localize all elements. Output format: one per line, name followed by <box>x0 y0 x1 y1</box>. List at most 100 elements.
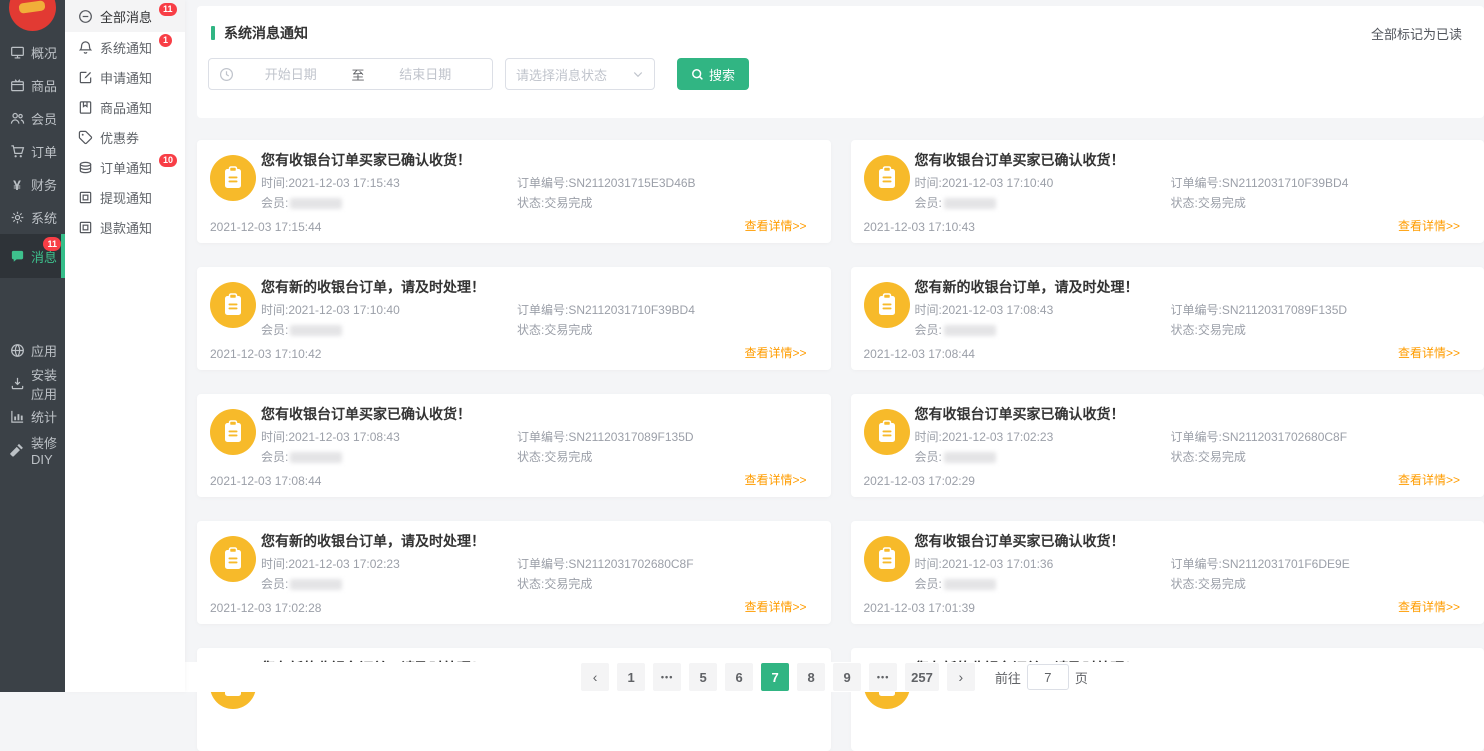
clipboard-icon <box>876 166 898 190</box>
goods-icon <box>9 78 25 93</box>
message-order-no: 订单编号:SN2112031710F39BD4 <box>1171 173 1349 193</box>
message-title: 您有新的收银台订单，请及时处理！ <box>915 277 1139 297</box>
submenu-item-refund-notice[interactable]: 退款通知 <box>65 212 185 242</box>
submenu-item-goods-notice[interactable]: 商品通知 <box>65 92 185 122</box>
message-time: 时间:2021-12-03 17:02:23 <box>915 427 1054 447</box>
message-status: 状态:交易完成 <box>1171 320 1348 340</box>
submenu-item-label: 提现通知 <box>100 188 152 207</box>
sidebar-item-messages[interactable]: 消息11 <box>0 234 65 278</box>
page-number-button[interactable]: 257 <box>905 663 939 691</box>
refund-icon <box>78 220 93 235</box>
sidebar-item-decorate-diy[interactable]: 装修DIY <box>0 433 65 466</box>
view-detail-link[interactable]: 查看详情>> <box>744 217 806 234</box>
end-date-input[interactable] <box>369 66 483 83</box>
message-status: 状态:交易完成 <box>517 574 694 594</box>
message-status: 状态:交易完成 <box>1171 447 1348 467</box>
message-status: 状态:交易完成 <box>1171 574 1350 594</box>
page-ellipsis-button[interactable]: ••• <box>869 663 897 691</box>
message-type-icon <box>210 409 256 455</box>
message-title: 您有新的收银台订单，请及时处理！ <box>261 277 485 297</box>
sidebar-item-apps[interactable]: 应用 <box>0 334 65 367</box>
page-ellipsis-button[interactable]: ••• <box>653 663 681 691</box>
coupon-icon <box>78 130 93 145</box>
start-date-input[interactable] <box>234 66 348 83</box>
message-status-select[interactable]: 请选择消息状态 <box>505 58 655 90</box>
submenu-item-system-notice[interactable]: 系统通知1 <box>65 32 185 62</box>
page-number-button[interactable]: 5 <box>689 663 717 691</box>
view-detail-link[interactable]: 查看详情>> <box>744 344 806 361</box>
message-footer-time: 2021-12-03 17:02:28 <box>210 601 321 615</box>
message-member: 会员: <box>261 193 400 213</box>
view-detail-link[interactable]: 查看详情>> <box>1398 344 1460 361</box>
message-time: 时间:2021-12-03 17:10:40 <box>261 300 400 320</box>
view-detail-link[interactable]: 查看详情>> <box>1398 471 1460 488</box>
member-name-redacted <box>290 198 342 209</box>
message-card: 您有收银台订单买家已确认收货！时间:2021-12-03 17:01:36会员:… <box>851 521 1484 624</box>
sidebar-item-system[interactable]: 系统 <box>0 201 65 234</box>
submenu-item-order-notice[interactable]: 订单通知10 <box>65 152 185 182</box>
sidebar-item-orders[interactable]: 订单 <box>0 135 65 168</box>
next-page-button[interactable]: › <box>947 663 975 691</box>
submenu-item-withdraw-notice[interactable]: 提现通知 <box>65 182 185 212</box>
member-name-redacted <box>944 325 996 336</box>
sidebar-item-goods[interactable]: 商品 <box>0 69 65 102</box>
sidebar-item-label: 应用 <box>31 341 57 360</box>
submenu-item-coupon[interactable]: 优惠券 <box>65 122 185 152</box>
install-icon <box>9 376 25 391</box>
message-order-no: 订单编号:SN2112031710F39BD4 <box>517 300 695 320</box>
message-meta-right: 订单编号:SN2112031702680C8F状态:交易完成 <box>517 554 694 594</box>
message-title: 您有收银台订单买家已确认收货！ <box>915 404 1125 424</box>
submenu-item-all-messages[interactable]: 全部消息11 <box>65 0 185 32</box>
sidebar-item-overview[interactable]: 概况 <box>0 36 65 69</box>
clipboard-icon <box>222 547 244 571</box>
unread-count-badge: 11 <box>43 237 61 251</box>
goto-page-input[interactable] <box>1027 664 1069 690</box>
sidebar-item-label: 统计 <box>31 407 57 426</box>
page-number-button[interactable]: 7 <box>761 663 789 691</box>
page-number-button[interactable]: 9 <box>833 663 861 691</box>
message-order-no: 订单编号:SN21120317089F135D <box>517 427 694 447</box>
sidebar-item-members[interactable]: 会员 <box>0 102 65 135</box>
clipboard-icon <box>222 166 244 190</box>
message-member: 会员: <box>261 447 400 467</box>
page-number-button[interactable]: 1 <box>617 663 645 691</box>
member-name-redacted <box>290 325 342 336</box>
view-detail-link[interactable]: 查看详情>> <box>744 471 806 488</box>
sidebar-item-finance[interactable]: ¥财务 <box>0 168 65 201</box>
submenu-item-apply-notice[interactable]: 申请通知 <box>65 62 185 92</box>
members-icon <box>9 111 25 126</box>
view-detail-link[interactable]: 查看详情>> <box>744 598 806 615</box>
page-number-button[interactable]: 6 <box>725 663 753 691</box>
pagination-bar: ‹ 1•••56789•••257 › 前往 页 <box>185 662 1484 692</box>
view-detail-link[interactable]: 查看详情>> <box>1398 217 1460 234</box>
date-range-picker[interactable]: 至 <box>208 58 493 90</box>
submenu-item-label: 全部消息 <box>100 7 152 26</box>
search-form: 至 请选择消息状态 搜索 <box>208 58 1484 90</box>
app-sidebar: 概况商品会员订单¥财务系统消息11 应用安装应用统计装修DIY <box>0 0 65 692</box>
sidebar-item-label: 装修DIY <box>31 433 65 467</box>
message-meta-right: 订单编号:SN21120317089F135D状态:交易完成 <box>517 427 694 467</box>
mark-all-read-button[interactable]: 全部标记为已读 <box>1371 24 1462 43</box>
member-name-redacted <box>944 579 996 590</box>
sidebar-item-label: 商品 <box>31 76 57 95</box>
sidebar-item-install-apps[interactable]: 安装应用 <box>0 367 65 400</box>
view-detail-link[interactable]: 查看详情>> <box>1398 598 1460 615</box>
goto-label: 前往 <box>995 668 1021 687</box>
message-member: 会员: <box>261 574 400 594</box>
sidebar-item-label: 系统 <box>31 208 57 227</box>
message-type-icon <box>864 155 910 201</box>
message-status: 状态:交易完成 <box>517 193 696 213</box>
clipboard-icon <box>876 293 898 317</box>
prev-page-button[interactable]: ‹ <box>581 663 609 691</box>
message-member: 会员: <box>915 193 1054 213</box>
search-button[interactable]: 搜索 <box>677 58 749 90</box>
submenu-item-label: 商品通知 <box>100 98 152 117</box>
apply-icon <box>78 70 93 85</box>
clipboard-icon <box>222 293 244 317</box>
message-meta-right: 订单编号:SN2112031702680C8F状态:交易完成 <box>1171 427 1348 467</box>
main-content: 系统消息通知 全部标记为已读 至 请选择消息状态 <box>185 0 1484 692</box>
app-sidebar-nav: 概况商品会员订单¥财务系统消息11 应用安装应用统计装修DIY <box>0 0 65 466</box>
sidebar-item-label: 概况 <box>31 43 57 62</box>
sidebar-item-stats[interactable]: 统计 <box>0 400 65 433</box>
page-number-button[interactable]: 8 <box>797 663 825 691</box>
